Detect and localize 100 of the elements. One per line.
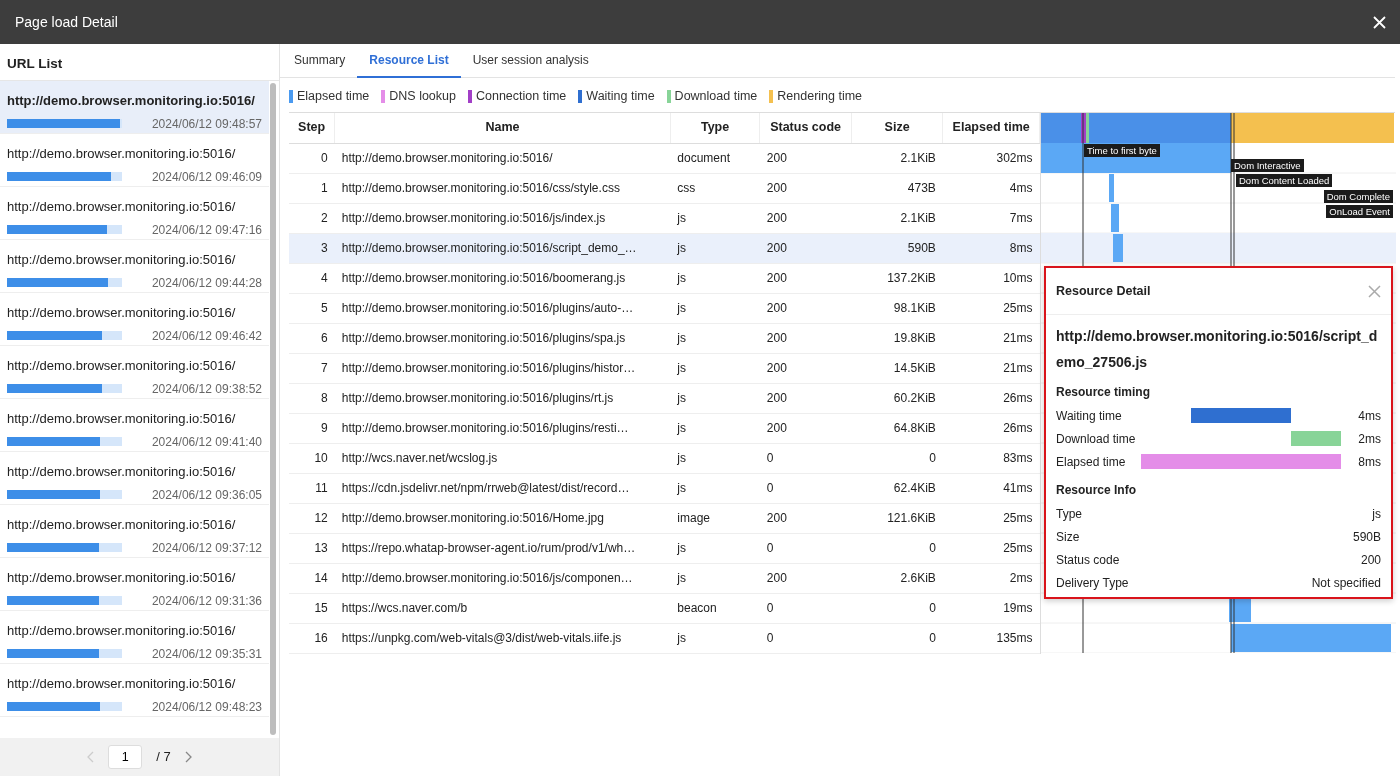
url-list-item[interactable]: http://demo.browser.monitoring.io:5016/ 2024/06/12 09:38:52 — [0, 346, 269, 399]
table-cell: https://unpkg.com/web-vitals@3/dist/web-vitals.iife.js — [334, 623, 671, 653]
table-cell: 9 — [289, 413, 335, 443]
chevron-right-icon[interactable] — [184, 751, 193, 763]
column-header[interactable]: Status code — [759, 113, 852, 143]
table-cell: 4 — [289, 263, 335, 293]
tab[interactable]: Summary — [282, 44, 358, 78]
url-text: http://demo.browser.monitoring.io:5016/ — [7, 357, 237, 375]
table-row[interactable]: 12 http://demo.browser.monitoring.io:5016/Home.jpg image 200 121.6KiB 25ms — [289, 503, 1040, 533]
table-cell: 19ms — [942, 593, 1040, 623]
table-cell: 137.2KiB — [851, 263, 943, 293]
table-row[interactable]: 1 http://demo.browser.monitoring.io:5016/css/style.css css 200 473B 4ms — [289, 173, 1040, 203]
table-row[interactable]: 14 http://demo.browser.monitoring.io:5016/js/componen… js 200 2.6KiB 2ms — [289, 563, 1040, 593]
table-cell: http://demo.browser.monitoring.io:5016/plugins/auto-… — [334, 293, 671, 323]
table-cell: 2.1KiB — [851, 203, 943, 233]
info-label: Delivery Type — [1056, 574, 1129, 592]
table-cell: js — [670, 383, 760, 413]
table-cell: css — [670, 173, 760, 203]
url-text: http://demo.browser.monitoring.io:5016/ — [7, 675, 237, 693]
table-cell: js — [670, 203, 760, 233]
table-cell: http://demo.browser.monitoring.io:5016/Home.jpg — [334, 503, 671, 533]
url-text: http://demo.browser.monitoring.io:5016/ — [7, 145, 237, 163]
table-row[interactable]: 13 https://repo.whatap-browser-agent.io/rum/prod/v1/wh… js 0 0 25ms — [289, 533, 1040, 563]
table-row[interactable]: 9 http://demo.browser.monitoring.io:5016/plugins/resti… js 200 64.8KiB 26ms — [289, 413, 1040, 443]
timestamp: 2024/06/12 09:31:36 — [151, 592, 262, 610]
table-cell: js — [670, 323, 760, 353]
legend-label: Waiting time — [586, 87, 655, 105]
table-cell: 0 — [851, 443, 943, 473]
info-label: Status code — [1056, 551, 1120, 569]
column-header[interactable]: Step — [289, 113, 335, 143]
table-cell: js — [670, 533, 760, 563]
url-list-item[interactable]: http://demo.browser.monitoring.io:5016/ 2024/06/12 09:36:05 — [0, 452, 269, 505]
table-cell: http://demo.browser.monitoring.io:5016/boomerang.js — [334, 263, 671, 293]
url-list-item[interactable]: http://demo.browser.monitoring.io:5016/ 2024/06/12 09:44:28 — [0, 240, 269, 293]
url-text: http://demo.browser.monitoring.io:5016/ — [7, 92, 256, 110]
timestamp: 2024/06/12 09:48:57 — [151, 115, 262, 133]
table-cell: 3 — [289, 233, 335, 263]
table-row[interactable]: 5 http://demo.browser.monitoring.io:5016/plugins/auto-… js 200 98.1KiB 25ms — [289, 293, 1040, 323]
url-list-item[interactable]: http://demo.browser.monitoring.io:5016/ 2024/06/12 09:46:42 — [0, 293, 269, 346]
url-text: http://demo.browser.monitoring.io:5016/ — [7, 198, 237, 216]
table-cell: js — [670, 413, 760, 443]
marker-label: Dom Interactive — [1231, 159, 1304, 172]
url-list-item[interactable]: http://demo.browser.monitoring.io:5016/ 2024/06/12 09:41:40 — [0, 399, 269, 452]
legend-label: Connection time — [475, 87, 567, 105]
table-cell: 200 — [759, 383, 852, 413]
column-header[interactable]: Elapsed time — [942, 113, 1040, 143]
table-row[interactable]: 4 http://demo.browser.monitoring.io:5016/boomerang.js js 200 137.2KiB 10ms — [289, 263, 1040, 293]
table-cell: https://wcs.naver.com/b — [334, 593, 671, 623]
timing-bar — [1113, 234, 1123, 262]
table-cell: 200 — [759, 323, 852, 353]
table-cell: 0 — [759, 593, 852, 623]
table-cell: 200 — [759, 503, 852, 533]
table-cell: js — [670, 233, 760, 263]
timing-value: 8ms — [1357, 453, 1381, 471]
url-list-item[interactable]: http://demo.browser.monitoring.io:5016/ 2024/06/12 09:48:23 — [0, 664, 269, 717]
page-total: / 7 — [156, 748, 171, 767]
url-list-item[interactable]: http://demo.browser.monitoring.io:5016/ 2024/06/12 09:35:31 — [0, 611, 269, 664]
info-value: 590B — [1352, 528, 1381, 546]
table-row[interactable]: 11 https://cdn.jsdelivr.net/npm/rrweb@latest/dist/record… js 0 62.4KiB 41ms — [289, 473, 1040, 503]
scrollbar[interactable] — [270, 83, 276, 735]
table-cell: 590B — [851, 233, 943, 263]
legend-label: Download time — [674, 87, 758, 105]
table-row[interactable]: 6 http://demo.browser.monitoring.io:5016/plugins/spa.js js 200 19.8KiB 21ms — [289, 323, 1040, 353]
column-header[interactable]: Size — [851, 113, 943, 143]
table-row[interactable]: 15 https://wcs.naver.com/b beacon 0 0 19ms — [289, 593, 1040, 623]
table-cell: 25ms — [942, 533, 1040, 563]
url-list-item[interactable]: http://demo.browser.monitoring.io:5016/ 2024/06/12 09:48:57 — [0, 81, 269, 134]
table-cell: http://demo.browser.monitoring.io:5016/js/componen… — [334, 563, 671, 593]
tab[interactable]: Resource List — [357, 44, 461, 78]
table-row[interactable]: 0 http://demo.browser.monitoring.io:5016/ document 200 2.1KiB 302ms — [289, 143, 1040, 173]
table-cell: 2 — [289, 203, 335, 233]
table-cell: 8 — [289, 383, 335, 413]
table-cell: document — [670, 143, 760, 173]
timestamp: 2024/06/12 09:38:52 — [151, 380, 262, 398]
column-header[interactable]: Type — [670, 113, 760, 143]
url-list-item[interactable]: http://demo.browser.monitoring.io:5016/ 2024/06/12 09:37:12 — [0, 505, 269, 558]
table-row[interactable]: 2 http://demo.browser.monitoring.io:5016/js/index.js js 200 2.1KiB 7ms — [289, 203, 1040, 233]
url-list-item[interactable]: http://demo.browser.monitoring.io:5016/ 2024/06/12 09:46:09 — [0, 134, 269, 187]
table-cell: 19.8KiB — [851, 323, 943, 353]
table-cell: 26ms — [942, 413, 1040, 443]
url-list-item[interactable]: http://demo.browser.monitoring.io:5016/ 2024/06/12 09:47:16 — [0, 187, 269, 240]
tab[interactable]: User session analysis — [460, 44, 601, 78]
table-cell: js — [670, 623, 760, 653]
table-cell: 60.2KiB — [851, 383, 943, 413]
table-row[interactable]: 10 http://wcs.naver.net/wcslog.js js 0 0 83ms — [289, 443, 1040, 473]
popup-title: Resource Detail — [1056, 282, 1151, 300]
url-list-item[interactable]: http://demo.browser.monitoring.io:5016/ 2024/06/12 09:31:36 — [0, 558, 269, 611]
url-text: http://demo.browser.monitoring.io:5016/ — [7, 622, 237, 640]
timestamp: 2024/06/12 09:46:42 — [151, 327, 262, 345]
table-cell: 200 — [759, 143, 852, 173]
table-cell: 25ms — [942, 293, 1040, 323]
info-value: Not specified — [1311, 574, 1381, 592]
table-row[interactable]: 3 http://demo.browser.monitoring.io:5016/script_demo_… js 200 590B 8ms — [289, 233, 1040, 263]
timing-label: Download time — [1056, 430, 1137, 448]
table-row[interactable]: 16 https://unpkg.com/web-vitals@3/dist/web-vitals.iife.js js 0 0 135ms — [289, 623, 1040, 653]
column-header[interactable]: Name — [334, 113, 671, 143]
table-row[interactable]: 7 http://demo.browser.monitoring.io:5016/plugins/histor… js 200 14.5KiB 21ms — [289, 353, 1040, 383]
table-row[interactable]: 8 http://demo.browser.monitoring.io:5016/plugins/rt.js js 200 60.2KiB 26ms — [289, 383, 1040, 413]
page-field[interactable]: 1 — [108, 745, 143, 769]
timing-label: Waiting time — [1056, 407, 1123, 425]
